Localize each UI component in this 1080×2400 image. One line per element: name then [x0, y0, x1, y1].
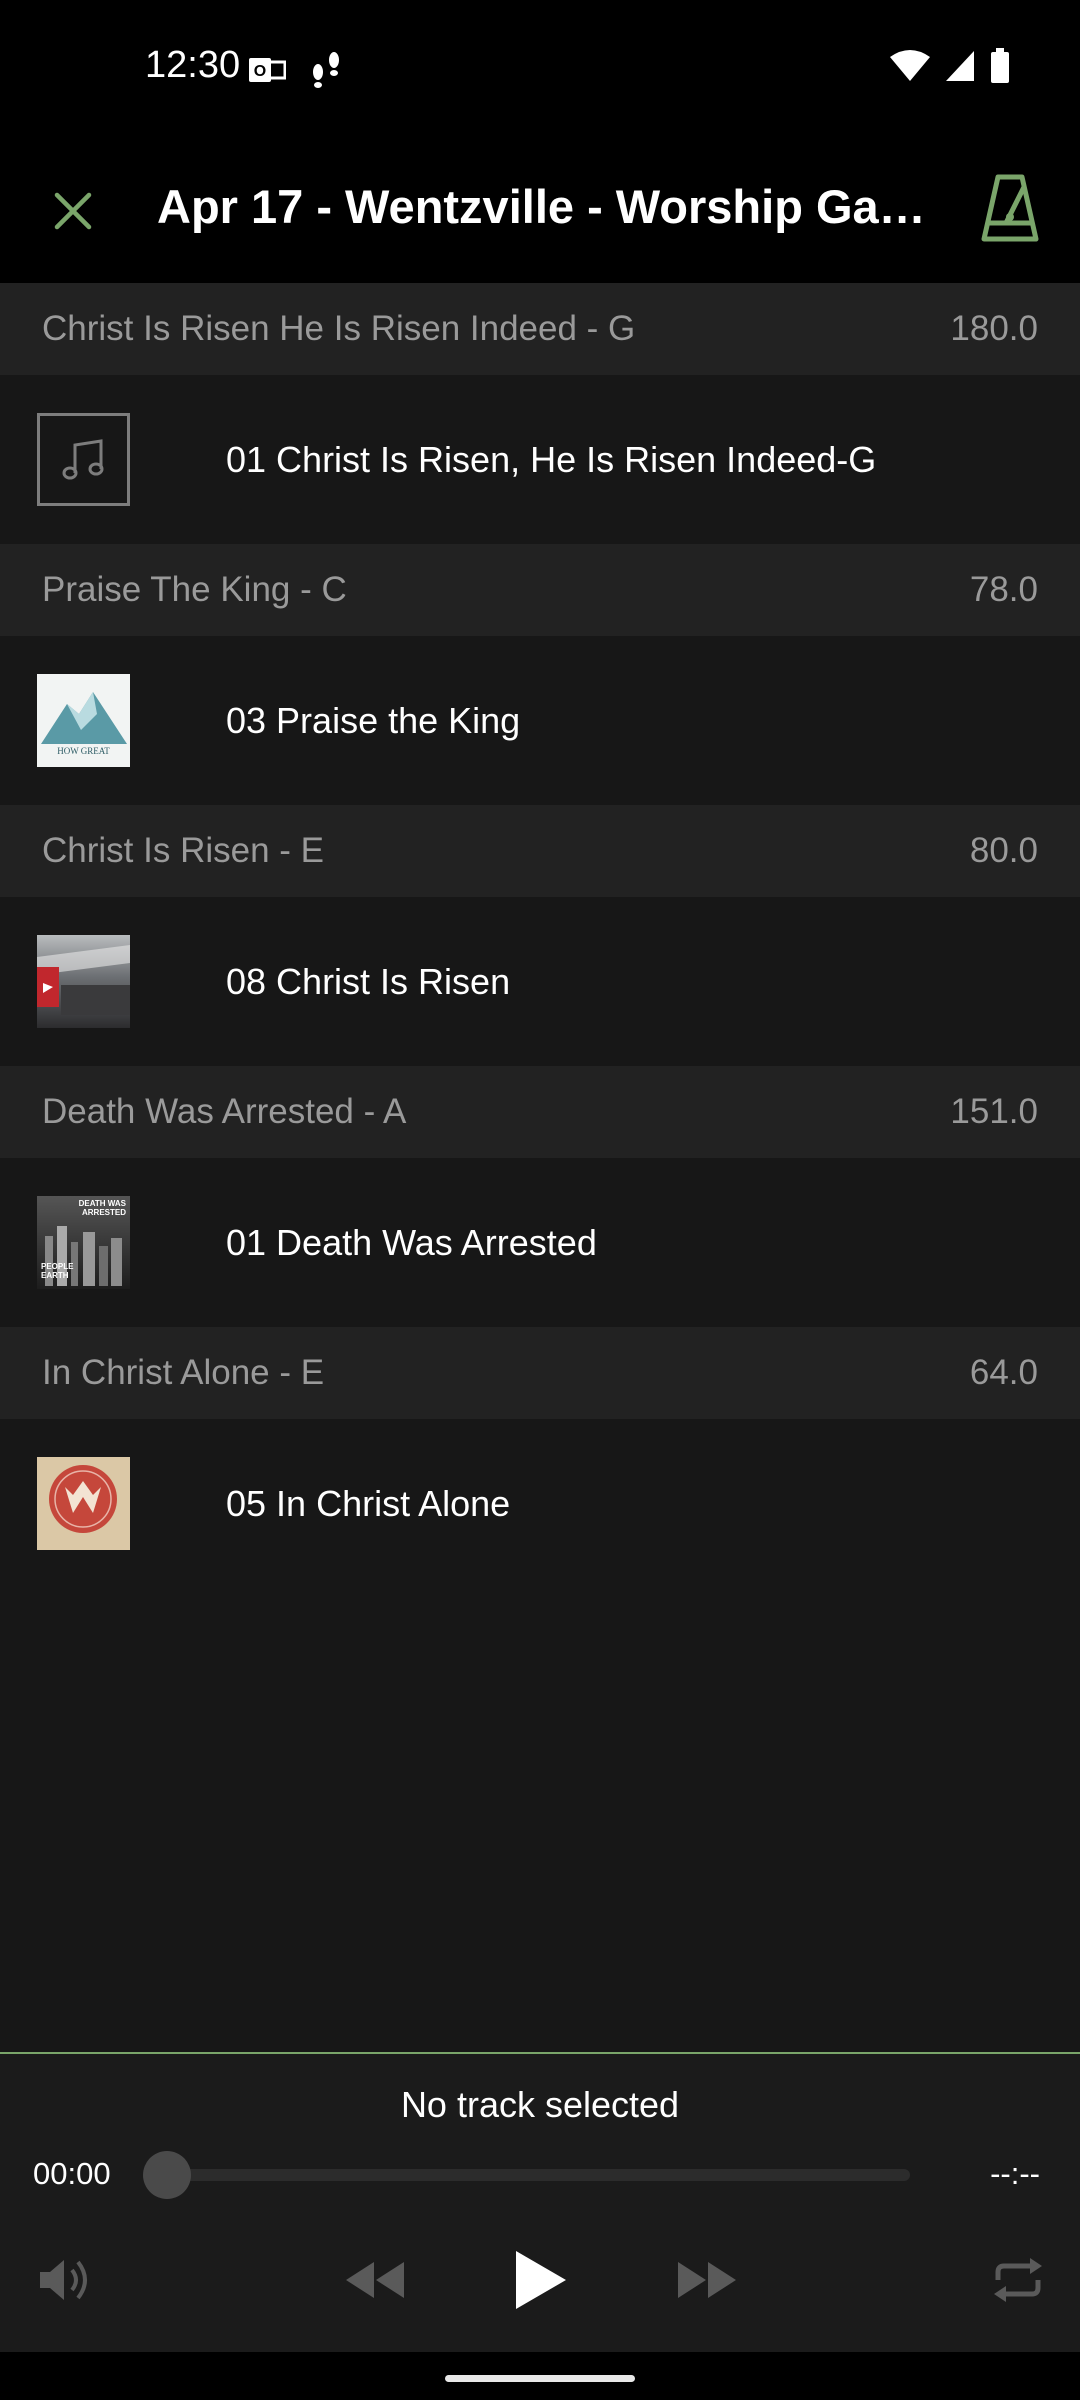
close-button[interactable]: [45, 183, 101, 239]
song-key-label: Praise The King - C: [42, 570, 347, 609]
track-title: 01 Christ Is Risen, He Is Risen Indeed-G: [226, 438, 877, 480]
song-key-label: Christ Is Risen He Is Risen Indeed - G: [42, 309, 636, 348]
setlist: Christ Is Risen He Is Risen Indeed - G 1…: [0, 283, 1080, 1588]
home-gesture-handle[interactable]: [445, 2375, 635, 2382]
track-row[interactable]: DEATH WAS ARRESTED PEOPLE EARTH 01 Death…: [0, 1158, 1080, 1327]
track-row[interactable]: 05 In Christ Alone: [0, 1419, 1080, 1588]
status-time: 12:30: [145, 44, 241, 86]
now-playing-label: No track selected: [400, 2084, 680, 2125]
track-title: 01 Death Was Arrested: [226, 1221, 597, 1263]
repeat-icon: [994, 2258, 1042, 2302]
metronome-button[interactable]: [978, 173, 1042, 245]
tempo-value: 64.0: [969, 1353, 1038, 1392]
album-art-how-great: HOW GREAT: [37, 674, 130, 767]
play-button[interactable]: [500, 2240, 580, 2320]
current-time: 00:00: [33, 2156, 111, 2191]
seek-thumb[interactable]: [143, 2151, 191, 2199]
page-title: Apr 17 - Wentzville - Worship Gathe…: [157, 180, 937, 233]
album-art-death-was-arrested: DEATH WAS ARRESTED PEOPLE EARTH: [37, 1196, 130, 1289]
volume-button[interactable]: [34, 2250, 94, 2310]
footsteps-icon: [308, 50, 344, 95]
seek-bar[interactable]: [145, 2169, 910, 2181]
battery-icon: [990, 48, 1010, 89]
music-note-icon: [37, 413, 130, 506]
track-row[interactable]: HOW GREAT 03 Praise the King: [0, 636, 1080, 805]
fast-forward-icon: [678, 2262, 736, 2298]
track-row[interactable]: 01 Christ Is Risen, He Is Risen Indeed-G: [0, 375, 1080, 544]
section-header: Death Was Arrested - A 151.0: [0, 1066, 1080, 1158]
tempo-value: 151.0: [950, 1092, 1038, 1131]
section-header: Praise The King - C 78.0: [0, 544, 1080, 636]
track-row[interactable]: 08 Christ Is Risen: [0, 897, 1080, 1066]
song-key-label: Christ Is Risen - E: [42, 831, 324, 870]
tempo-value: 180.0: [950, 309, 1038, 348]
playback-controls: [0, 2240, 1080, 2320]
outlook-icon: O: [248, 54, 287, 91]
play-icon: [516, 2251, 566, 2309]
player-panel: No track selected 00:00 --:--: [0, 2052, 1080, 2354]
tempo-value: 78.0: [969, 570, 1038, 609]
tempo-value: 80.0: [969, 831, 1038, 870]
song-key-label: Death Was Arrested - A: [42, 1092, 407, 1131]
track-title: 05 In Christ Alone: [226, 1482, 511, 1524]
wifi-icon: [890, 49, 930, 88]
rewind-icon: [346, 2262, 404, 2298]
song-key-label: In Christ Alone - E: [42, 1353, 325, 1392]
signal-icon: [944, 49, 976, 88]
remaining-time: --:--: [990, 2156, 1040, 2191]
rewind-button[interactable]: [340, 2250, 410, 2310]
repeat-button[interactable]: [988, 2250, 1048, 2310]
track-title: 08 Christ Is Risen: [226, 960, 511, 1002]
fast-forward-button[interactable]: [672, 2250, 742, 2310]
svg-text:O: O: [254, 63, 266, 80]
album-art-in-christ-alone: [37, 1457, 130, 1550]
metronome-icon: [981, 174, 1039, 242]
track-title: 03 Praise the King: [226, 699, 521, 741]
volume-icon: [40, 2260, 87, 2300]
section-header: Christ Is Risen He Is Risen Indeed - G 1…: [0, 283, 1080, 375]
status-bar: 12:30 O: [0, 0, 1080, 135]
app-bar: Apr 17 - Wentzville - Worship Gathe…: [0, 135, 1080, 283]
close-icon: [54, 192, 92, 230]
section-header: In Christ Alone - E 64.0: [0, 1327, 1080, 1419]
album-art-christ-is-risen: [37, 935, 130, 1028]
section-header: Christ Is Risen - E 80.0: [0, 805, 1080, 897]
